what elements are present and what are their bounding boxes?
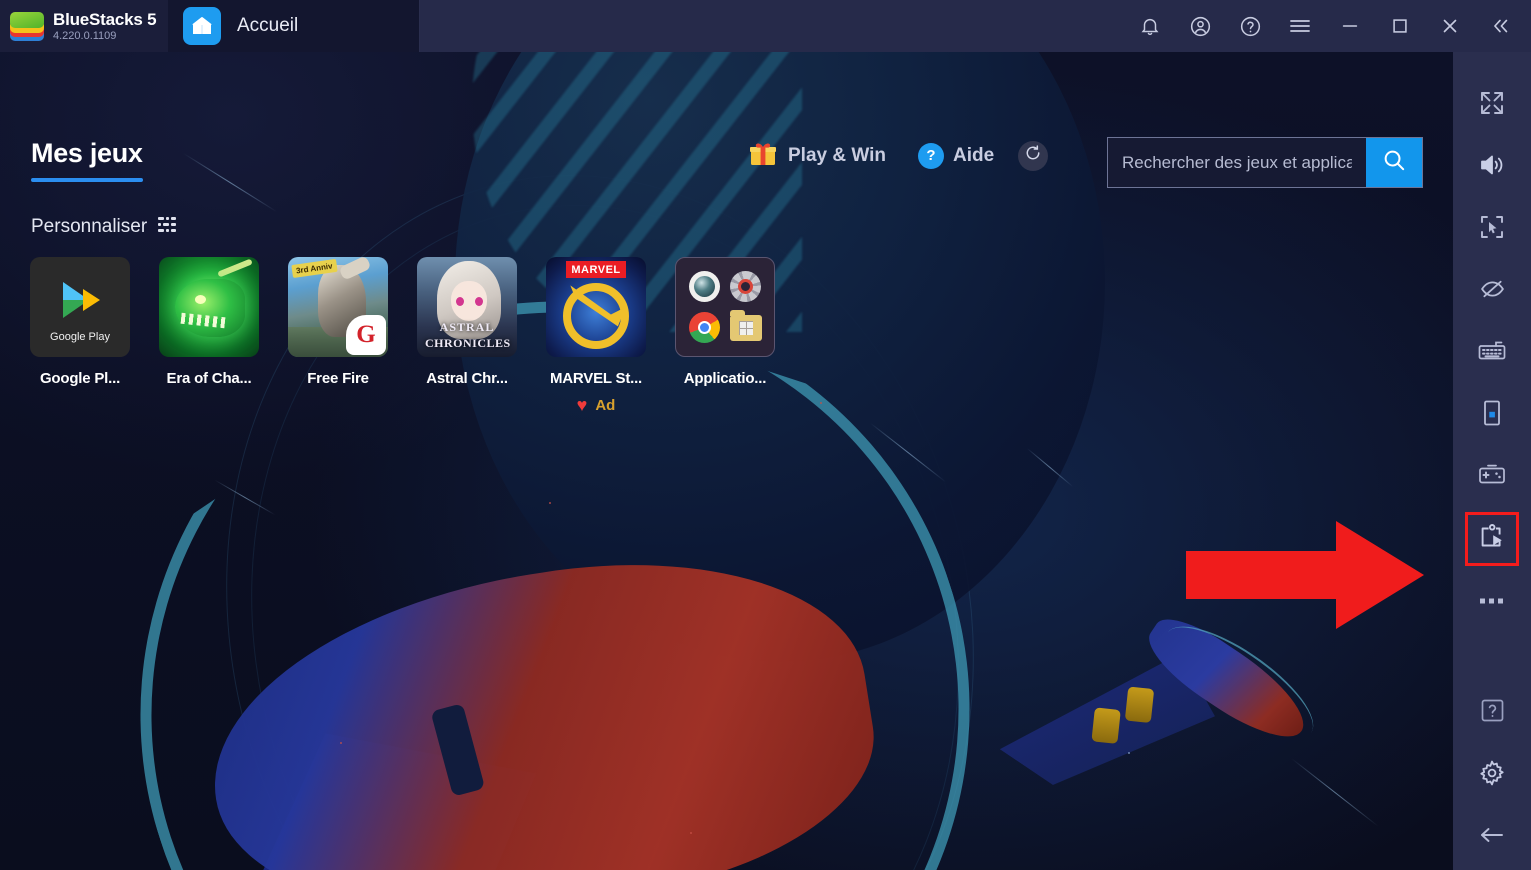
applications-folder-icon <box>675 257 775 357</box>
settings-button[interactable] <box>1453 744 1531 806</box>
help-center-button[interactable] <box>1453 682 1531 744</box>
page-title-underline <box>31 178 143 182</box>
macro-recorder-button[interactable] <box>1453 508 1531 570</box>
notifications-button[interactable] <box>1125 0 1175 52</box>
app-label: Astral Chr... <box>426 370 508 387</box>
marvel-brand-text: MARVEL <box>571 263 621 276</box>
app-label: MARVEL St... <box>549 370 643 387</box>
volume-button[interactable] <box>1453 136 1531 198</box>
ellipsis-icon <box>1478 592 1506 610</box>
gamepad-button[interactable] <box>1453 446 1531 508</box>
aide-button[interactable]: ? Aide <box>918 142 995 169</box>
app-tile-era-of-chaos[interactable]: Era of Cha... <box>159 257 259 414</box>
keyboard-controls-button[interactable] <box>1453 322 1531 384</box>
fullscreen-icon <box>1479 90 1505 121</box>
refresh-button[interactable] <box>1018 140 1049 171</box>
content-area: Mes jeux Play & Win ? Aide Rechercher de… <box>0 52 1453 870</box>
menu-button[interactable] <box>1275 0 1325 52</box>
multi-instance-sync-button[interactable] <box>1453 198 1531 260</box>
tab-accueil[interactable]: Accueil <box>168 0 420 52</box>
play-and-win-button[interactable]: Play & Win <box>748 138 886 173</box>
cursor-target-icon <box>1479 214 1505 245</box>
google-play-icon: Google Play <box>30 257 130 357</box>
aide-label: Aide <box>953 144 995 166</box>
fullscreen-button[interactable] <box>1453 74 1531 136</box>
app-tile-astral-chronicles[interactable]: ASTRAL CHRONICLES Astral Chr... <box>417 257 517 414</box>
gear-icon <box>727 268 764 305</box>
app-label: Applicatio... <box>683 370 767 387</box>
page-header: Mes jeux Play & Win ? Aide Rechercher de… <box>0 52 1453 207</box>
search-icon <box>1382 148 1407 178</box>
phone-screen-icon <box>1481 399 1503 432</box>
help-button[interactable] <box>1225 0 1275 52</box>
rotate-screen-button[interactable] <box>1453 384 1531 446</box>
app-tile-google-play[interactable]: Google Play Google Pl... <box>30 257 130 414</box>
sliders-grid-icon[interactable] <box>158 216 177 238</box>
gear-icon <box>1478 759 1506 792</box>
app-label: Era of Cha... <box>166 370 252 387</box>
free-fire-icon: 3rd Anniv G <box>288 257 388 357</box>
brand-version: 4.220.0.1109 <box>53 29 117 42</box>
heart-icon: ♥ <box>576 395 588 415</box>
macro-recorder-highlight <box>1465 512 1519 566</box>
account-button[interactable] <box>1175 0 1225 52</box>
customise-label: Personnaliser <box>31 216 148 237</box>
file-manager-icon <box>727 309 764 346</box>
play-and-win-label: Play & Win <box>788 144 887 166</box>
search-input[interactable] <box>1108 138 1366 187</box>
arrow-left-icon <box>1477 824 1507 851</box>
red-arrow-annotation <box>1186 519 1426 636</box>
app-tile-applications[interactable]: Applicatio... <box>675 257 775 414</box>
keyboard-icon <box>1477 339 1507 368</box>
tab-label: Accueil <box>237 15 299 36</box>
era-of-chaos-icon <box>159 257 259 357</box>
title-bar: BlueStacks 5 4.220.0.1109 Accueil <box>0 0 1531 52</box>
astral-chronicles-icon: ASTRAL CHRONICLES <box>417 257 517 357</box>
minimize-button[interactable] <box>1325 0 1375 52</box>
question-circle-icon: ? <box>918 142 945 169</box>
ad-label: Ad <box>595 396 616 414</box>
home-icon <box>183 7 221 45</box>
brand-name: BlueStacks 5 <box>53 9 157 29</box>
bluestacks-logo-icon <box>10 10 44 42</box>
close-button[interactable] <box>1425 0 1475 52</box>
marvel-strike-force-icon: MARVEL <box>546 257 646 357</box>
page-title: Mes jeux <box>31 138 143 168</box>
google-play-icon-label: Google Play <box>50 331 110 343</box>
brand-area: BlueStacks 5 4.220.0.1109 <box>0 0 168 52</box>
eco-mode-button[interactable] <box>1453 260 1531 322</box>
camera-icon <box>686 268 723 305</box>
gift-icon <box>748 138 778 173</box>
app-tile-marvel-strike-force[interactable]: MARVEL MARVEL St... ♥ Ad <box>546 257 646 414</box>
apps-grid: Google Play Google Pl... Era of Cha... 3… <box>30 257 775 414</box>
right-sidebar <box>1453 52 1531 870</box>
collapse-button[interactable] <box>1475 0 1525 52</box>
header-toolbar: Play & Win ? Aide <box>748 138 1049 173</box>
more-options-button[interactable] <box>1453 570 1531 632</box>
titlebar-buttons <box>1125 0 1531 52</box>
astral-logo-line2: CHRONICLES <box>425 336 511 350</box>
eye-off-icon <box>1479 277 1506 306</box>
bluestacks-window: BlueStacks 5 4.220.0.1109 Accueil Mes je… <box>0 0 1531 870</box>
app-tile-free-fire[interactable]: 3rd Anniv G Free Fire <box>288 257 388 414</box>
astral-logo-line1: ASTRAL <box>439 320 495 334</box>
titlebar-spacer <box>420 0 1125 52</box>
customise-row[interactable]: Personnaliser <box>31 216 177 238</box>
gamepad-icon <box>1477 463 1507 492</box>
refresh-icon <box>1024 144 1042 167</box>
app-label: Free Fire <box>307 370 369 387</box>
search-button[interactable] <box>1366 138 1422 187</box>
maximize-button[interactable] <box>1375 0 1425 52</box>
back-button[interactable] <box>1453 806 1531 868</box>
app-label: Google Pl... <box>39 370 121 387</box>
volume-icon <box>1478 152 1506 183</box>
chrome-icon <box>686 309 723 346</box>
question-box-icon <box>1479 697 1506 729</box>
ad-badge: ♥ Ad <box>577 396 616 414</box>
search-box[interactable] <box>1107 137 1423 188</box>
